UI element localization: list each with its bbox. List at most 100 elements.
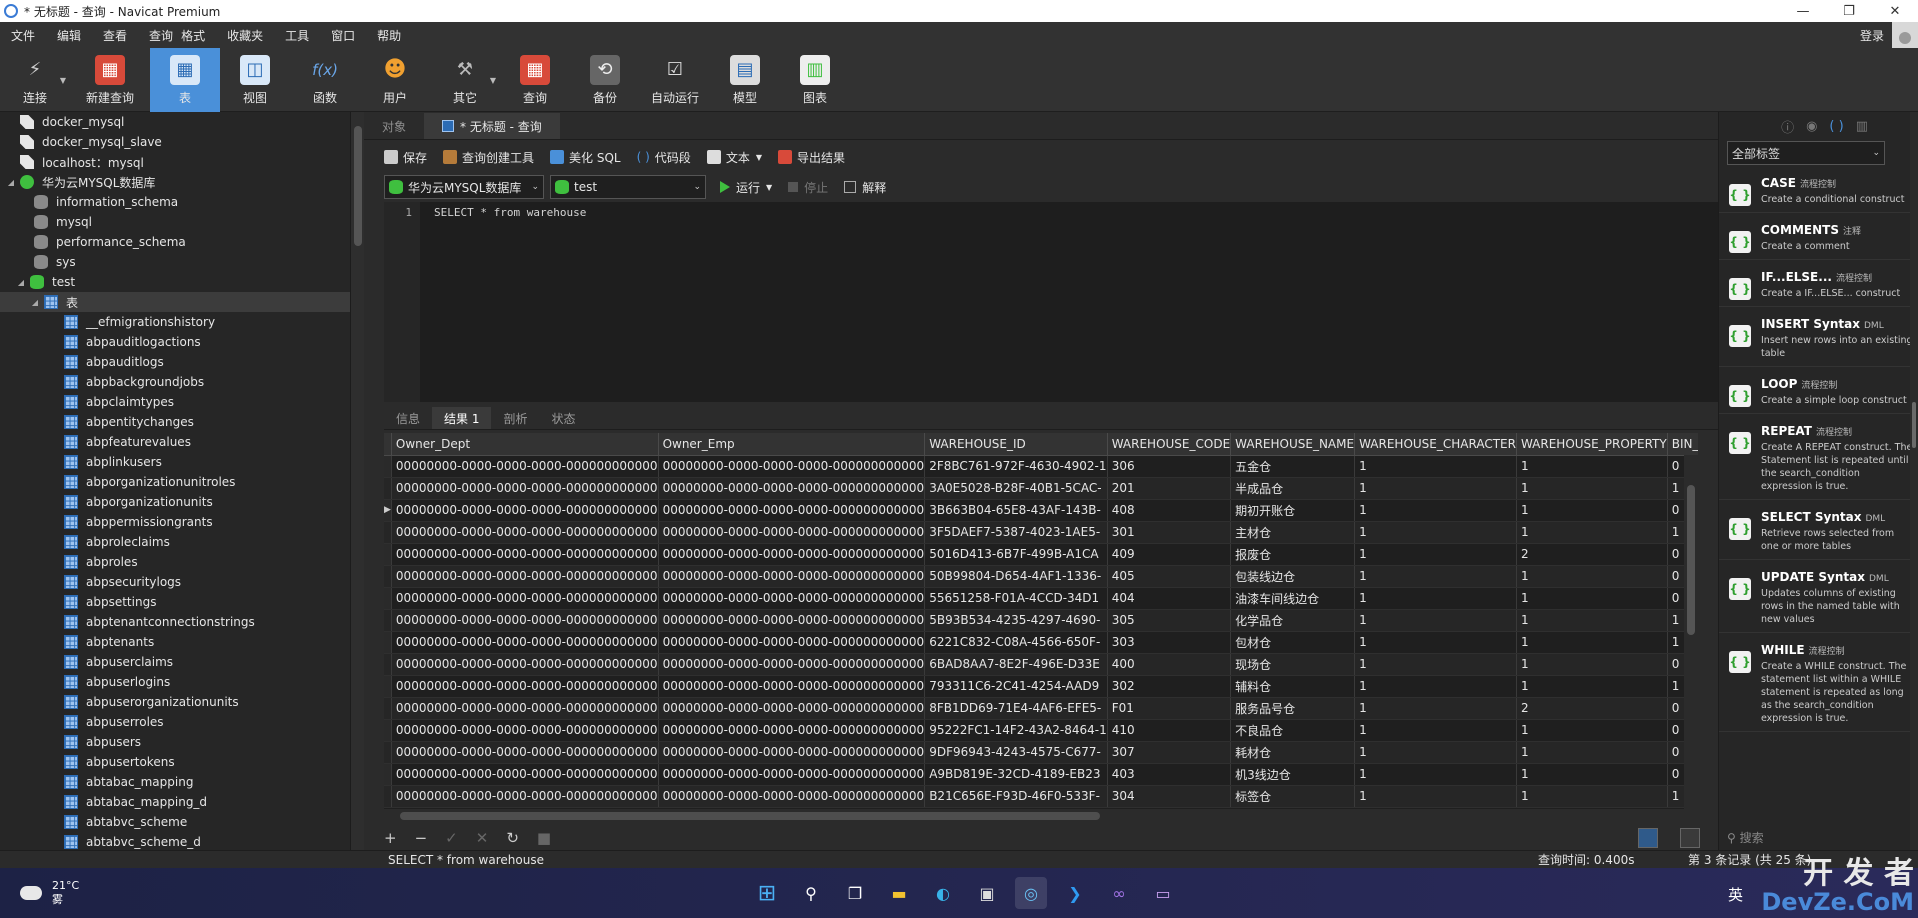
table-cell[interactable]: 6221C832-C08A-4566-650F- <box>924 631 1108 654</box>
table-cell[interactable]: 1 <box>1354 675 1517 698</box>
table-cell[interactable]: 301 <box>1107 521 1232 544</box>
view-button[interactable]: ◫ 视图 <box>220 48 290 112</box>
delete-record-icon[interactable]: − <box>415 829 428 847</box>
row-marker[interactable] <box>384 565 392 588</box>
file-explorer-icon[interactable]: ▬ <box>883 877 915 909</box>
beautify-sql-button[interactable]: 美化 SQL <box>550 149 621 166</box>
table-cell[interactable]: 标签仓 <box>1230 785 1356 808</box>
table-cell[interactable]: 00000000-0000-0000-0000-000000000000 <box>391 477 659 500</box>
table-cell[interactable]: 1 <box>1354 609 1517 632</box>
row-marker[interactable] <box>384 653 392 676</box>
table-cell[interactable]: 00000000-0000-0000-0000-000000000000 <box>391 587 659 610</box>
table-cell[interactable]: 00000000-0000-0000-0000-000000000000 <box>391 455 659 478</box>
run-button[interactable]: 运行 ▼ <box>720 179 772 196</box>
save-button[interactable]: 保存 <box>384 149 427 166</box>
search-icon[interactable]: ⚲ <box>795 877 827 909</box>
nav-tables-folder[interactable]: ◢ 表 <box>0 292 364 312</box>
row-marker[interactable]: ▶ <box>384 499 392 522</box>
nav-table-item[interactable]: abtabvc_scheme_d <box>0 832 364 852</box>
table-cell[interactable]: 00000000-0000-0000-0000-000000000000 <box>391 785 659 808</box>
table-cell[interactable]: 1 <box>1516 455 1668 478</box>
column-header[interactable]: WAREHOUSE_ID <box>924 433 1108 456</box>
nav-table-item[interactable]: abtabac_mapping <box>0 772 364 792</box>
new-query-button[interactable]: ▦ 新建查询 <box>70 48 150 112</box>
table-cell[interactable]: 00000000-0000-0000-0000-000000000000 <box>658 455 926 478</box>
tab-objects[interactable]: 对象 <box>364 113 424 139</box>
row-marker[interactable] <box>384 719 392 742</box>
table-cell[interactable]: 3F5DAEF7-5387-4023-1AE5- <box>924 521 1108 544</box>
tab-query[interactable]: * 无标题 - 查询 <box>424 113 560 139</box>
add-record-icon[interactable]: + <box>384 829 397 847</box>
snippet-item[interactable]: { } INSERT Syntax DML Insert new rows into … <box>1719 307 1918 367</box>
nav-db-information-schema[interactable]: information_schema <box>0 192 364 212</box>
table-cell[interactable]: 1 <box>1516 499 1668 522</box>
snippet-item[interactable]: { } REPEAT 流程控制 Create A REPEAT construct. … <box>1719 414 1918 500</box>
menu-tools[interactable]: 工具 <box>274 27 320 44</box>
windows-start-icon[interactable]: ⊞ <box>751 877 783 909</box>
table-cell[interactable]: 409 <box>1107 543 1232 566</box>
nav-db-test[interactable]: ◢ test <box>0 272 364 292</box>
apply-changes-icon[interactable]: ✓ <box>445 829 458 847</box>
table-cell[interactable]: 油漆车间线边仓 <box>1230 587 1356 610</box>
table-cell[interactable]: 1 <box>1354 477 1517 500</box>
stop-loading-icon[interactable]: ■ <box>537 829 551 847</box>
table-row[interactable]: 00000000-0000-0000-0000-000000000000 0000… <box>384 763 1698 786</box>
table-cell[interactable]: 期初开账仓 <box>1230 499 1356 522</box>
info-icon[interactable]: ⓘ <box>1781 117 1794 136</box>
table-cell[interactable]: 00000000-0000-0000-0000-000000000000 <box>658 697 926 720</box>
table-cell[interactable]: 1 <box>1516 521 1668 544</box>
table-cell[interactable]: 403 <box>1107 763 1232 786</box>
tab-result-1[interactable]: 结果 1 <box>432 407 492 429</box>
table-row[interactable]: 00000000-0000-0000-0000-000000000000 0000… <box>384 587 1698 610</box>
table-cell[interactable]: 1 <box>1516 631 1668 654</box>
snippet-item[interactable]: { } CASE 流程控制 Create a conditional construc… <box>1719 166 1918 213</box>
table-cell[interactable]: 00000000-0000-0000-0000-000000000000 <box>391 565 659 588</box>
grid-vertical-scrollbar[interactable] <box>1684 455 1698 809</box>
table-cell[interactable]: 00000000-0000-0000-0000-000000000000 <box>658 499 926 522</box>
maximize-button[interactable]: ❐ <box>1826 4 1872 19</box>
table-row[interactable]: 00000000-0000-0000-0000-000000000000 0000… <box>384 741 1698 764</box>
column-header[interactable]: WAREHOUSE_CODE <box>1107 433 1232 456</box>
table-cell[interactable]: 化学品仓 <box>1230 609 1356 632</box>
column-header[interactable]: Owner_Emp <box>658 433 926 456</box>
row-marker[interactable] <box>384 631 392 654</box>
table-cell[interactable]: 00000000-0000-0000-0000-000000000000 <box>391 631 659 654</box>
nav-connection-docker-mysql-slave[interactable]: docker_mysql_slave <box>0 132 364 152</box>
nav-table-item[interactable]: abpusers <box>0 732 364 752</box>
snippet-item[interactable]: { } IF...ELSE... 流程控制 Create a IF...ELSE...… <box>1719 260 1918 307</box>
table-cell[interactable]: 00000000-0000-0000-0000-000000000000 <box>391 697 659 720</box>
navigator-scrollbar[interactable] <box>350 112 364 852</box>
table-cell[interactable]: 00000000-0000-0000-0000-000000000000 <box>391 719 659 742</box>
table-cell[interactable]: 1 <box>1354 587 1517 610</box>
table-cell[interactable]: 400 <box>1107 653 1232 676</box>
visual-studio-icon[interactable]: ∞ <box>1103 877 1135 909</box>
snippet-search[interactable]: ⚲ 搜索 <box>1727 829 1764 846</box>
nav-table-item[interactable]: abppermissiongrants <box>0 512 364 532</box>
preview-icon[interactable]: ◉ <box>1806 119 1817 134</box>
table-row[interactable]: 00000000-0000-0000-0000-000000000000 0000… <box>384 697 1698 720</box>
table-cell[interactable]: 00000000-0000-0000-0000-000000000000 <box>658 477 926 500</box>
table-row[interactable]: 00000000-0000-0000-0000-000000000000 0000… <box>384 785 1698 808</box>
table-cell[interactable]: 1 <box>1516 653 1668 676</box>
nav-table-item[interactable]: abtabvc_scheme <box>0 812 364 832</box>
table-cell[interactable]: 00000000-0000-0000-0000-000000000000 <box>658 565 926 588</box>
grid-horizontal-scrollbar[interactable] <box>384 809 1698 823</box>
other-button[interactable]: ⚒ 其它 ▼ <box>430 48 500 112</box>
scrollbar-thumb[interactable] <box>400 812 1100 820</box>
table-cell[interactable]: 306 <box>1107 455 1232 478</box>
table-cell[interactable]: 2F8BC761-972F-4630-4902-1 <box>924 455 1108 478</box>
table-cell[interactable]: 1 <box>1354 455 1517 478</box>
table-row[interactable]: 00000000-0000-0000-0000-000000000000 0000… <box>384 653 1698 676</box>
row-marker[interactable] <box>384 763 392 786</box>
connection-select[interactable]: 华为云MYSQL数据库 ⌄ <box>384 175 544 199</box>
menu-view[interactable]: 查看 <box>92 27 138 44</box>
model-button[interactable]: ▤ 模型 <box>710 48 780 112</box>
table-row[interactable]: 00000000-0000-0000-0000-000000000000 0000… <box>384 675 1698 698</box>
table-cell[interactable]: 00000000-0000-0000-0000-000000000000 <box>391 521 659 544</box>
login-link[interactable]: 登录 <box>1860 27 1884 44</box>
table-cell[interactable]: 305 <box>1107 609 1232 632</box>
menu-edit[interactable]: 编辑 <box>46 27 92 44</box>
table-cell[interactable]: 304 <box>1107 785 1232 808</box>
table-cell[interactable]: 404 <box>1107 587 1232 610</box>
nav-db-performance-schema[interactable]: performance_schema <box>0 232 364 252</box>
